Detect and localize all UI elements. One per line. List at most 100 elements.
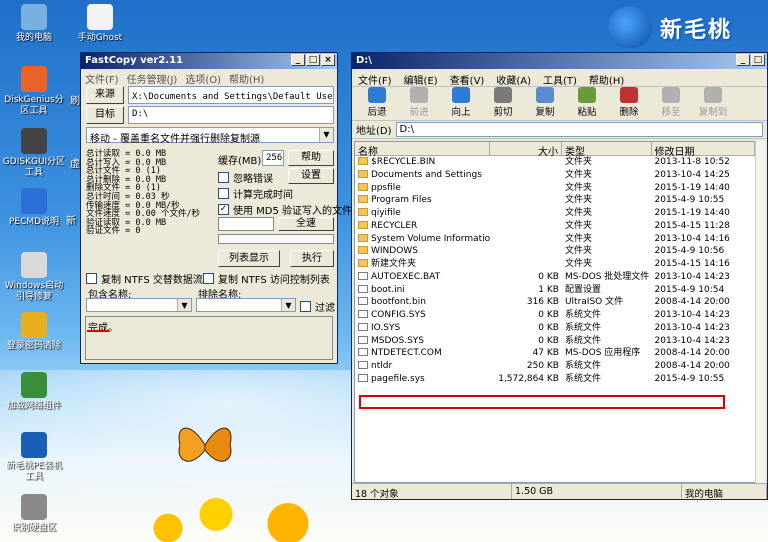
menu-options[interactable]: 选项(O) — [185, 71, 221, 86]
desktop-icon[interactable]: 登录密码清除 — [2, 312, 66, 352]
file-row[interactable]: RECYCLER 文件夹 2015-4-15 11:28 — [355, 220, 755, 233]
file-row[interactable]: IO.SYS 0 KB 系统文件 2013-10-4 14:23 — [355, 322, 755, 335]
menu-help[interactable]: 帮助(H) — [589, 72, 624, 87]
file-date: 2008-4-14 20:00 — [654, 297, 730, 308]
menu-file[interactable]: 文件(F) — [85, 71, 119, 86]
mode-select[interactable]: 移动 - 覆盖重名文件并强行删除复制源 ▼ — [86, 127, 334, 145]
minimize-button[interactable]: _ — [291, 54, 305, 66]
file-row[interactable]: WINDOWS 文件夹 2015-4-9 10:56 — [355, 245, 755, 258]
desktop-icon[interactable]: 手动Ghost — [68, 4, 132, 44]
file-row[interactable]: Documents and Settings 文件夹 2013-10-4 14:25 — [355, 169, 755, 182]
column-date[interactable]: 修改日期 — [652, 142, 755, 158]
file-list[interactable]: 名称 大小 类型 修改日期 $RECYCLE.BIN 文件夹 2013-11-8 1… — [354, 141, 756, 483]
file-row[interactable]: bootfont.bin 316 KB UltraISO 文件 2008-4-14 2… — [355, 296, 755, 309]
desktop-icon[interactable]: 识别硬盘区 — [2, 494, 66, 534]
buffer-size-input[interactable]: 256 — [262, 150, 284, 166]
file-row[interactable]: qiyifile 文件夹 2015-1-19 14:40 — [355, 207, 755, 220]
checkbox-box[interactable] — [86, 273, 97, 284]
file-type: 文件夹 — [564, 246, 592, 257]
checkbox-box[interactable] — [203, 273, 214, 284]
menu-view[interactable]: 查看(V) — [450, 72, 485, 87]
target-button[interactable]: 目标 — [86, 106, 124, 124]
desktop-icon[interactable]: 新毛桃PE装机工具 — [2, 432, 66, 483]
desktop-icon[interactable]: 我的电脑 — [2, 4, 66, 44]
md5-verify-checkbox[interactable]: ✓ 使用 MD5 验证写入的文件 — [218, 202, 352, 217]
speed-slider[interactable] — [218, 217, 274, 231]
ntfs-streams-checkbox[interactable]: 复制 NTFS 交替数据流 — [86, 271, 203, 286]
estimate-time-checkbox[interactable]: 计算完成时间 — [218, 186, 293, 201]
maximize-button[interactable]: □ — [751, 54, 765, 66]
chevron-down-icon[interactable]: ▼ — [281, 299, 295, 311]
vertical-scrollbar[interactable] — [755, 141, 765, 483]
desktop-icon[interactable]: DiskGenius分区工具 — [2, 66, 66, 117]
explorer-titlebar[interactable]: D:\ _ □ — [352, 53, 767, 69]
file-row[interactable]: 新建文件夹 文件夹 2015-4-15 14:16 — [355, 258, 755, 271]
folder-icon — [358, 169, 368, 178]
execute-button[interactable]: 执行 — [290, 250, 334, 267]
toolbar-button[interactable]: 向上 — [442, 87, 480, 118]
menu-jobs[interactable]: 任务管理(J) — [127, 71, 178, 86]
file-row[interactable]: ntldr 250 KB 系统文件 2008-4-14 20:00 — [355, 360, 755, 373]
checkbox-box-checked[interactable]: ✓ — [218, 204, 229, 215]
toolbar-button[interactable]: 前进 — [400, 87, 438, 118]
file-row[interactable]: boot.ini 1 KB 配置设置 2015-4-9 10:54 — [355, 284, 755, 297]
file-row[interactable]: CONFIG.SYS 0 KB 系统文件 2013-10-4 14:23 — [355, 309, 755, 322]
target-path-field[interactable]: D:\ — [128, 106, 334, 124]
file-date: 2015-1-19 14:40 — [654, 182, 730, 193]
file-type: 文件夹 — [564, 195, 592, 206]
include-input[interactable]: ▼ — [86, 298, 192, 312]
list-view-button[interactable]: 列表显示 — [218, 250, 280, 267]
toolbar-button[interactable]: 移至 — [652, 87, 690, 118]
menu-edit[interactable]: 编辑(E) — [404, 72, 438, 87]
file-row[interactable]: Program Files 文件夹 2015-4-9 10:55 — [355, 194, 755, 207]
desktop-icon[interactable]: GDISKGUI分区工具 — [2, 128, 66, 179]
chevron-down-icon[interactable]: ▼ — [177, 299, 191, 311]
toolbar-button[interactable]: 删除 — [610, 87, 648, 118]
menu-file[interactable]: 文件(F) — [358, 72, 392, 87]
ignore-errors-checkbox[interactable]: 忽略错误 — [218, 170, 273, 185]
source-path-field[interactable]: X:\Documents and Settings\Default User\桌… — [128, 86, 334, 104]
column-name[interactable]: 名称 — [355, 142, 491, 158]
checkbox-box[interactable] — [300, 301, 311, 312]
filter-checkbox[interactable]: 过滤 — [300, 299, 335, 314]
desktop-icon[interactable]: Windows启动引导修复 — [2, 252, 66, 303]
toolbar-button[interactable]: 粘贴 — [568, 87, 606, 118]
toolbar-button-label: 剪切 — [493, 107, 513, 118]
source-button[interactable]: 来源 — [86, 86, 124, 104]
chevron-down-icon[interactable]: ▼ — [319, 128, 333, 142]
full-speed-label[interactable]: 全速 — [278, 217, 334, 231]
help-button[interactable]: 帮助 — [288, 150, 334, 166]
fastcopy-titlebar[interactable]: FastCopy ver2.11 _ □ × — [81, 53, 337, 69]
file-date: 2013-10-4 14:23 — [654, 310, 730, 320]
close-button[interactable]: × — [321, 54, 335, 66]
file-row[interactable]: AUTOEXEC.BAT 0 KB MS-DOS 批处理文件 2013-10-4 14… — [355, 271, 755, 284]
file-size — [490, 182, 562, 195]
desktop-icon[interactable]: PECMD说明 — [2, 188, 66, 228]
checkbox-box[interactable] — [218, 188, 229, 199]
maximize-button[interactable]: □ — [306, 54, 320, 66]
address-input[interactable]: D:\ — [395, 122, 763, 137]
settings-button[interactable]: 设置 — [288, 168, 334, 184]
toolbar-button[interactable]: 复制 — [526, 87, 564, 118]
checkbox-box[interactable] — [218, 172, 229, 183]
toolbar-button[interactable]: 剪切 — [484, 87, 522, 118]
file-row[interactable]: $RECYCLE.BIN 文件夹 2013-11-8 10:52 — [355, 156, 755, 169]
file-size — [490, 233, 562, 246]
column-type[interactable]: 类型 — [562, 142, 652, 158]
ntfs-acl-checkbox[interactable]: 复制 NTFS 访问控制列表 — [203, 271, 330, 286]
toolbar-button[interactable]: 复制到 — [694, 87, 732, 118]
file-row[interactable]: NTDETECT.COM 47 KB MS-DOS 应用程序 2008-4-14 20… — [355, 347, 755, 360]
file-row[interactable]: System Volume Information 文件夹 2013-10-4 14… — [355, 233, 755, 246]
file-row[interactable]: MSDOS.SYS 0 KB 系统文件 2013-10-4 14:23 — [355, 335, 755, 348]
desktop-icon[interactable]: 加载网络组件 — [2, 372, 66, 412]
file-row[interactable]: ppsfile 文件夹 2015-1-19 14:40 — [355, 182, 755, 195]
file-row[interactable]: pagefile.sys 1,572,864 KB 系统文件 2015-4-9 10:… — [355, 373, 755, 386]
exclude-input[interactable]: ▼ — [196, 298, 296, 312]
minimize-button[interactable]: _ — [736, 54, 750, 66]
menu-favorites[interactable]: 收藏(A) — [496, 72, 531, 87]
explorer-window[interactable]: D:\ _ □ 文件(F) 编辑(E) 查看(V) 收藏(A) 工具(T) 帮助… — [351, 52, 768, 500]
toolbar-button[interactable]: 后退 — [358, 87, 396, 118]
menu-tools[interactable]: 工具(T) — [543, 72, 577, 87]
column-size[interactable]: 大小 — [490, 142, 562, 158]
menu-help[interactable]: 帮助(H) — [229, 71, 264, 86]
